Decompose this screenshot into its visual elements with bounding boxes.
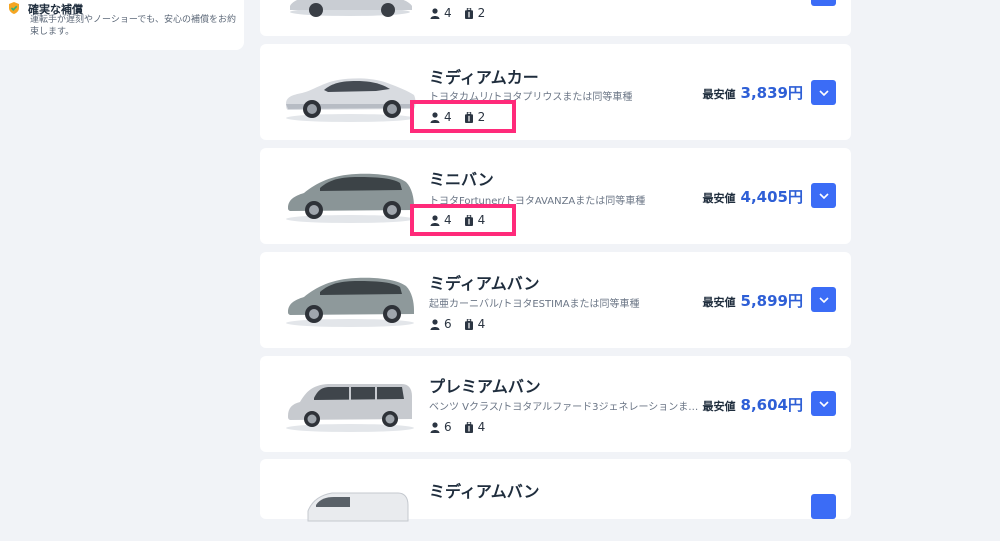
vehicle-card[interactable]: ミディアムバン — [260, 459, 851, 522]
expand-button[interactable] — [811, 287, 836, 312]
vehicle-models: ベンツ Vクラス/トヨタアルファード3ジェネレーションまたは同等... — [429, 402, 701, 413]
vehicle-price: 最安値 4,405円 — [703, 186, 803, 207]
price-label: 最安値 — [702, 296, 736, 309]
price-value: 3,839円 — [740, 84, 803, 102]
passenger-icon — [430, 7, 440, 19]
vehicle-price: 最安値 8,604円 — [703, 394, 803, 415]
expand-button[interactable] — [811, 80, 836, 105]
price-label: 最安値 — [702, 192, 736, 205]
vehicle-name: ミディアムバン — [429, 482, 540, 501]
vehicle-name: ミディアムバン — [429, 274, 540, 293]
vehicle-card[interactable]: 4 2 — [260, 0, 851, 36]
vehicle-capacity: 6 4 — [430, 420, 485, 434]
vehicle-card[interactable]: プレミアムバン ベンツ Vクラス/トヨタアルファード3ジェネレーションまたは同等… — [260, 356, 851, 452]
vehicle-models: 起亜カーニバル/トヨタESTIMAまたは同等車種 — [429, 299, 640, 310]
passenger-icon — [430, 318, 440, 330]
price-label: 最安値 — [702, 400, 736, 413]
chevron-down-icon — [818, 192, 829, 199]
car-sedan-image — [290, 0, 412, 17]
car-minivan-image — [286, 277, 414, 327]
shield-check-icon — [9, 2, 19, 14]
price-label: 最安値 — [702, 88, 736, 101]
chevron-down-icon — [818, 296, 829, 303]
luggage-icon — [464, 7, 473, 19]
expand-button[interactable] — [811, 0, 836, 6]
capacity-highlight-box — [410, 204, 516, 236]
car-minivan-image — [286, 173, 414, 223]
passenger-icon — [430, 421, 440, 433]
chevron-down-icon — [818, 89, 829, 96]
passenger-count: 6 — [444, 420, 452, 434]
passenger-count: 4 — [444, 6, 452, 20]
car-premium-van-image — [286, 384, 414, 432]
vehicle-card[interactable]: ミディアムバン 起亜カーニバル/トヨタESTIMAまたは同等車種 6 4 最安値… — [260, 252, 851, 348]
vehicle-capacity: 6 4 — [430, 317, 485, 331]
expand-button[interactable] — [811, 183, 836, 208]
luggage-icon — [464, 421, 473, 433]
car-sedan-image — [286, 78, 416, 122]
vehicle-card[interactable]: ミニバン トヨタFortuner/トヨタAVANZAまたは同等車種 4 4 最安… — [260, 148, 851, 244]
capacity-highlight-box — [410, 100, 516, 133]
luggage-count: 2 — [477, 6, 486, 20]
feature-card-guarantee: 確実な補償 運転手が遅刻やノーショーでも、安心の補償をお約束します。 — [0, 0, 244, 50]
luggage-count: 4 — [477, 317, 486, 331]
vehicle-price: 最安値 5,899円 — [703, 290, 803, 311]
price-value: 8,604円 — [740, 396, 803, 414]
vehicle-card[interactable]: ミディアムカー トヨタカムリ/トヨタプリウスまたは同等車種 4 2 最安値 3,… — [260, 44, 851, 140]
vehicle-name: ミニバン — [429, 170, 494, 189]
vehicle-name: プレミアムバン — [429, 377, 541, 396]
expand-button[interactable] — [811, 494, 836, 519]
luggage-count: 4 — [477, 420, 486, 434]
price-value: 4,405円 — [740, 188, 803, 206]
luggage-icon — [464, 318, 473, 330]
vehicle-price: 最安値 3,839円 — [703, 82, 803, 103]
vehicle-name: ミディアムカー — [429, 68, 539, 87]
chevron-down-icon — [818, 400, 829, 407]
car-van-image — [307, 492, 409, 522]
price-value: 5,899円 — [740, 292, 803, 310]
expand-button[interactable] — [811, 391, 836, 416]
passenger-count: 6 — [444, 317, 452, 331]
feature-description: 運転手が遅刻やノーショーでも、安心の補償をお約束します。 — [30, 15, 237, 37]
vehicle-capacity: 4 2 — [430, 6, 485, 20]
